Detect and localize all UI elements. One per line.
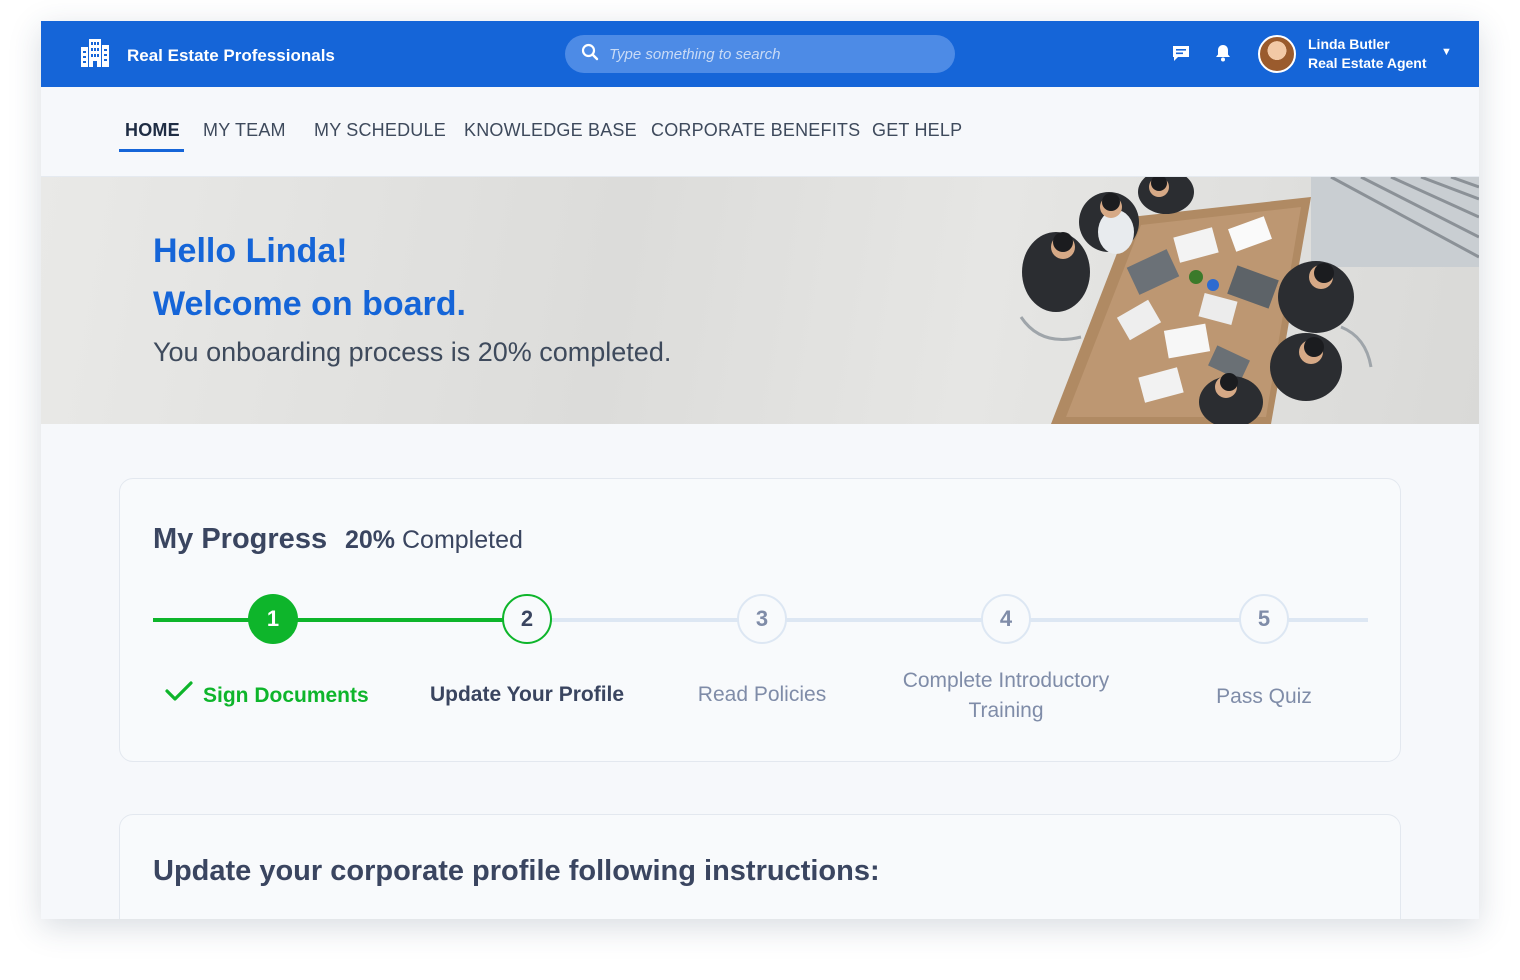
progress-track-done (153, 618, 506, 622)
step-3-circle[interactable]: 3 (737, 594, 787, 644)
step-1-label[interactable]: Sign Documents (165, 680, 369, 711)
progress-card: My Progress 20% Completed 1 2 3 4 5 Sign… (119, 478, 1401, 762)
step-5-label[interactable]: Pass Quiz (1184, 682, 1344, 712)
app-window: Real Estate Professionals Type something… (41, 21, 1479, 919)
active-tab-indicator (119, 149, 184, 152)
search-icon (581, 43, 599, 66)
top-bar: Real Estate Professionals Type something… (41, 21, 1479, 87)
progress-completed-label: Completed (402, 526, 523, 554)
progress-title: My Progress (153, 523, 328, 555)
hero-banner: Hello Linda! Welcome on board. You onboa… (41, 177, 1479, 424)
hero-greeting: Hello Linda! (153, 232, 348, 270)
progress-percent-value: 20% (345, 526, 396, 554)
brand-title: Real Estate Professionals (127, 45, 335, 65)
search-input[interactable] (609, 45, 929, 63)
step-5-circle[interactable]: 5 (1239, 594, 1289, 644)
step-1-circle[interactable]: 1 (248, 594, 298, 644)
nav-my-team[interactable]: MY TEAM (203, 120, 286, 141)
brand[interactable]: Real Estate Professionals (79, 37, 335, 74)
step-2-circle[interactable]: 2 (502, 594, 552, 644)
profile-instructions-title: Update your corporate profile following … (153, 855, 880, 887)
nav-home[interactable]: HOME (125, 120, 180, 141)
nav-get-help[interactable]: GET HELP (872, 120, 962, 141)
nav-corporate-benefits[interactable]: CORPORATE BENEFITS (651, 120, 860, 141)
user-info[interactable]: Linda Butler Real Estate Agent (1308, 35, 1427, 73)
hero-welcome: Welcome on board. (153, 285, 466, 323)
hero-status: You onboarding process is 20% completed. (153, 337, 672, 367)
avatar[interactable] (1258, 35, 1296, 73)
user-name: Linda Butler (1308, 36, 1390, 52)
step-3-label[interactable]: Read Policies (662, 680, 862, 710)
step-4-circle[interactable]: 4 (981, 594, 1031, 644)
caret-down-icon[interactable]: ▼ (1441, 46, 1452, 58)
step-4-label[interactable]: Complete Introductory Training (891, 666, 1121, 726)
main-nav: HOME MY TEAM MY SCHEDULE KNOWLEDGE BASE … (41, 87, 1479, 177)
progress-percent: 20% Completed (345, 526, 523, 555)
check-icon (165, 680, 193, 711)
nav-my-schedule[interactable]: MY SCHEDULE (314, 120, 446, 141)
bell-icon[interactable] (1213, 43, 1233, 68)
hero-heading: Hello Linda! Welcome on board. (153, 225, 466, 331)
profile-instructions-card: Update your corporate profile following … (119, 814, 1401, 919)
chat-icon[interactable] (1171, 43, 1191, 68)
step-2-label[interactable]: Update Your Profile (417, 680, 637, 710)
top-icons (1171, 43, 1233, 68)
buildings-icon (79, 37, 111, 74)
user-role: Real Estate Agent (1308, 55, 1427, 71)
meeting-photo (1019, 177, 1479, 424)
nav-knowledge-base[interactable]: KNOWLEDGE BASE (464, 120, 637, 141)
search-bar[interactable] (565, 35, 955, 73)
step-1-text: Sign Documents (203, 683, 369, 707)
